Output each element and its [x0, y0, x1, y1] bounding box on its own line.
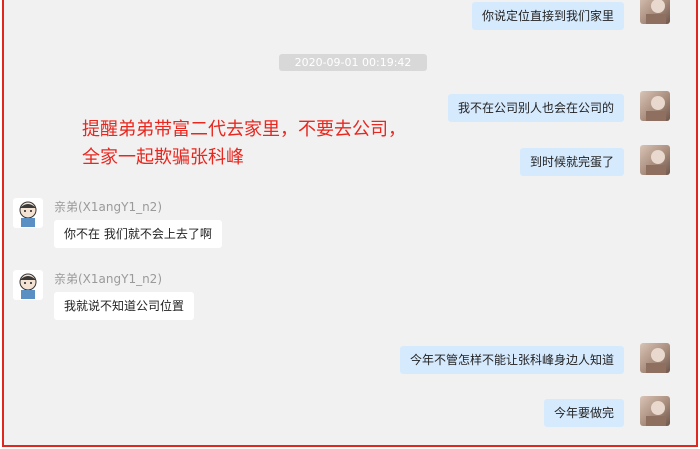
self-avatar[interactable] — [640, 0, 670, 24]
self-avatar[interactable] — [640, 343, 670, 373]
message-timestamp: 2020-09-01 00:19:42 — [279, 54, 427, 71]
annotation-line: 全家一起欺骗张科峰 — [82, 147, 244, 168]
message-bubble[interactable]: 今年不管怎样不能让张科峰身边人知道 — [399, 346, 624, 374]
message-bubble[interactable]: 今年要做完 — [543, 399, 624, 427]
self-avatar[interactable] — [640, 396, 670, 426]
friend-avatar[interactable] — [13, 270, 43, 300]
sender-name: 亲弟(X1angY1_n2) — [54, 200, 163, 214]
message-bubble[interactable]: 你说定位直接到我们家里 — [471, 2, 624, 30]
message-bubble[interactable]: 我就说不知道公司位置 — [54, 292, 195, 320]
message-bubble[interactable]: 到时候就完蛋了 — [519, 148, 624, 176]
red-annotation: 提醒弟弟带富二代去家里，不要去公司， 全家一起欺骗张科峰 — [82, 116, 462, 172]
message-bubble[interactable]: 我不在公司别人也会在公司的 — [447, 94, 624, 122]
self-avatar[interactable] — [640, 91, 670, 121]
annotation-line: 提醒弟弟带富二代去家里，不要去公司， — [82, 119, 406, 140]
chat-window: 你说定位直接到我们家里 2020-09-01 00:19:42 我不在公司别人也… — [2, 0, 698, 447]
sender-name: 亲弟(X1angY1_n2) — [54, 272, 163, 286]
self-avatar[interactable] — [640, 145, 670, 175]
message-bubble[interactable]: 你不在 我们就不会上去了啊 — [54, 220, 222, 248]
friend-avatar[interactable] — [13, 198, 43, 228]
